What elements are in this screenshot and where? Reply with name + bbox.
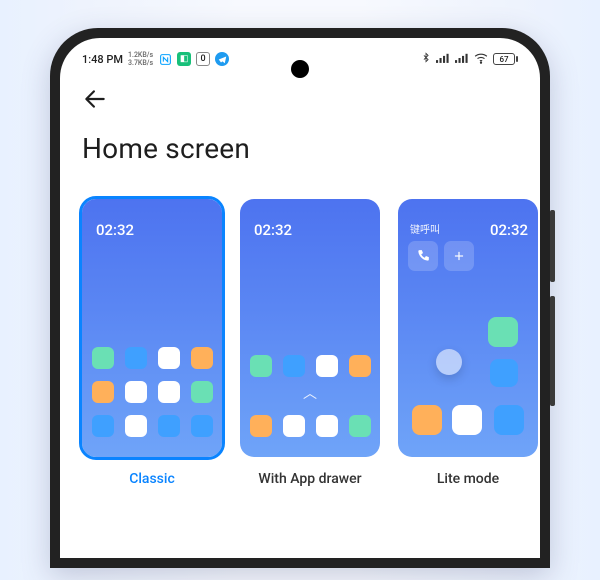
app-icon-1: ◧ xyxy=(177,52,191,66)
phone-tile-icon xyxy=(408,241,438,271)
option-label: Classic xyxy=(129,471,175,487)
app-tile xyxy=(316,415,338,437)
battery-percent: 67 xyxy=(499,55,508,64)
preview-time: 02:32 xyxy=(254,221,292,239)
app-tile xyxy=(92,415,114,437)
app-tile xyxy=(488,317,518,347)
app-tile xyxy=(250,355,272,377)
nfc-icon xyxy=(158,52,172,66)
preview-icon-grid xyxy=(82,347,222,437)
app-tile xyxy=(191,347,213,369)
back-button[interactable] xyxy=(82,86,108,112)
bluetooth-icon xyxy=(421,51,431,67)
network-speeds: 1.2KB/s 3.7KB/s xyxy=(128,51,153,67)
app-tile xyxy=(283,415,305,437)
signal-icon-1 xyxy=(436,52,450,67)
app-tile xyxy=(452,405,482,435)
status-bar-left: 1:48 PM 1.2KB/s 3.7KB/s ◧ 0 xyxy=(82,51,229,67)
app-tile xyxy=(316,355,338,377)
app-tile xyxy=(158,347,180,369)
app-tile xyxy=(490,359,518,387)
device-frame: 1:48 PM 1.2KB/s 3.7KB/s ◧ 0 xyxy=(50,28,550,568)
app-tile xyxy=(92,347,114,369)
option-lite-mode[interactable]: 键呼叫 02:32 xyxy=(398,199,538,487)
power-button xyxy=(550,296,555,406)
app-tile xyxy=(494,405,524,435)
preview-tag: 键呼叫 xyxy=(410,221,440,236)
page-title: Home screen xyxy=(82,132,518,165)
app-tile xyxy=(158,381,180,403)
screen: 1:48 PM 1.2KB/s 3.7KB/s ◧ 0 xyxy=(60,38,540,558)
app-tile xyxy=(92,381,114,403)
drawer-chevron-up-icon: ︿ xyxy=(303,389,317,403)
volume-button xyxy=(550,210,555,282)
preview-time: 02:32 xyxy=(96,221,134,239)
app-tile xyxy=(412,405,442,435)
preview-lite-mode: 键呼叫 02:32 xyxy=(398,199,538,457)
app-tile xyxy=(349,355,371,377)
add-tile-icon xyxy=(444,241,474,271)
app-tile xyxy=(283,355,305,377)
wifi-icon xyxy=(474,52,488,67)
signal-icon-2 xyxy=(455,52,469,67)
preview-time: 02:32 xyxy=(490,221,528,239)
status-bar-right: 67 xyxy=(421,51,518,67)
app-tile xyxy=(191,415,213,437)
app-tile xyxy=(250,415,272,437)
camera-notch xyxy=(291,60,309,78)
app-tile xyxy=(191,381,213,403)
back-row xyxy=(82,86,518,112)
app-tile xyxy=(158,415,180,437)
app-tile xyxy=(125,415,147,437)
floating-bubble xyxy=(436,349,462,375)
app-tile xyxy=(125,347,147,369)
app-tile xyxy=(125,381,147,403)
option-classic[interactable]: 02:32 xyxy=(82,199,222,487)
preview-app-drawer: 02:32 ︿ xyxy=(240,199,380,457)
option-label: With App drawer xyxy=(258,471,361,487)
battery-indicator: 67 xyxy=(493,53,518,65)
preview-icon-grid: ︿ xyxy=(240,355,380,437)
option-label: Lite mode xyxy=(437,471,499,487)
telegram-icon xyxy=(215,52,229,66)
app-icon-2: 0 xyxy=(196,52,210,66)
home-screen-options: 02:32 xyxy=(82,199,518,487)
speed-down: 3.7KB/s xyxy=(128,59,153,67)
option-app-drawer[interactable]: 02:32 ︿ xyxy=(240,199,380,487)
lite-quick-tiles xyxy=(408,241,474,271)
app-tile xyxy=(349,415,371,437)
status-time: 1:48 PM xyxy=(82,53,123,66)
preview-classic: 02:32 xyxy=(82,199,222,457)
speed-up: 1.2KB/s xyxy=(128,51,153,59)
